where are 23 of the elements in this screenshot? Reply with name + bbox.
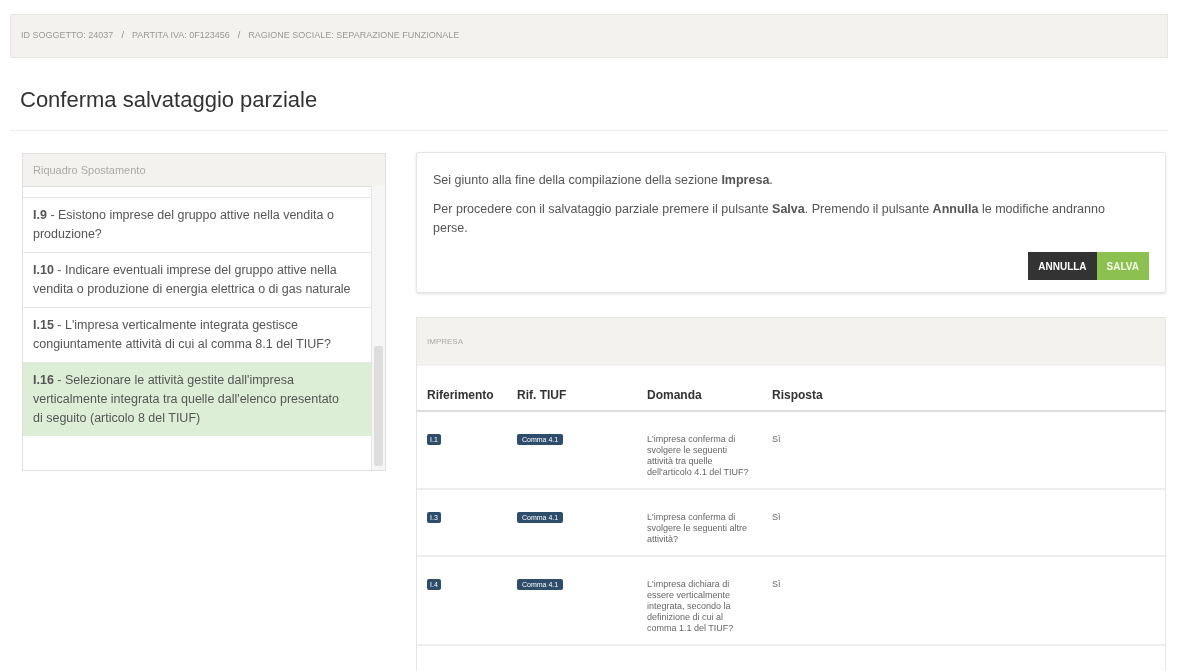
column-header: Risposta (772, 387, 824, 404)
page-title: Conferma salvataggio parziale (20, 86, 319, 114)
cancel-button[interactable]: ANNULLA (1028, 252, 1097, 280)
message-text: Sei giunto alla fine della compilazione della sezione Impresa. (433, 172, 774, 189)
question-text: L'impresa conferma di svolgere le seguenti attività tra quelle dell'articolo 4.1 del TIUF? (647, 434, 749, 477)
answer-text: Sì (772, 579, 781, 589)
column-header: Domanda (647, 387, 703, 404)
panel-title: Riquadro Spostamento (23, 154, 385, 186)
question-text: L'impresa conferma di svolgere le seguenti altre attività? (647, 512, 748, 544)
scrollbar[interactable] (371, 186, 385, 470)
breadcrumb-item: RAGIONE SOCIALE: SEPARAZIONE FUNZIONALE (248, 29, 460, 43)
breadcrumb-separator: / (237, 29, 241, 43)
panel-title: IMPRESA (417, 318, 1165, 366)
column-header: Riferimento (427, 387, 495, 404)
sidebar-item[interactable]: I.16 - Selezionare le attività gestite dall'impresa verticalmente integrata tra quelle dall'elenco presentato di seguito (articolo 8 del TIUF) (23, 362, 371, 436)
question-text: L'impresa dichiara di essere verticalmente integrata, secondo la definizione di cui al comma 1.1 del TIUF? (647, 579, 734, 633)
breadcrumb-item: ID SOGGETTO: 24037 (21, 29, 114, 43)
answer-text: Sì (772, 512, 781, 522)
breadcrumb-item: PARTITA IVA: 0F123456 (131, 29, 230, 43)
message-text: Per procedere con il salvataggio parziale premere il pulsante Salva. Premendo il pulsante Annulla le modifiche andranno perse. (433, 201, 1106, 237)
breadcrumb-separator: / (121, 29, 124, 43)
column-header: Rif. TIUF (517, 387, 568, 404)
answer-text: Sì (772, 434, 781, 444)
